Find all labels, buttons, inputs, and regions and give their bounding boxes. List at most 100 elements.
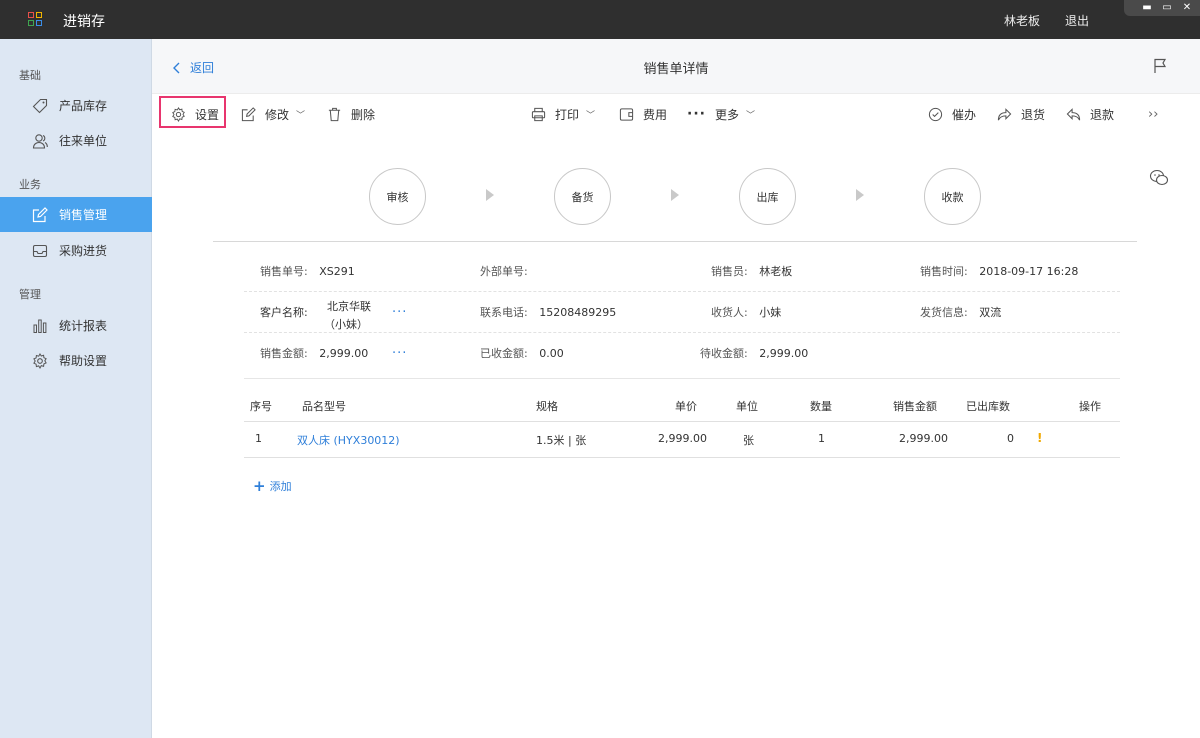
receiver-field: 收货人: 小妹 (711, 304, 781, 320)
col-header-action: 操作 (1079, 400, 1101, 413)
sidebar: 基础 产品库存 往来单位 业务 销售管理 采购进货 管理 统计报表 帮助设置 (0, 39, 152, 738)
reply-arrow-icon (1066, 107, 1081, 120)
logout-link[interactable]: 退出 (1065, 12, 1089, 29)
salesperson-label: 销售员: (711, 265, 748, 278)
receiver-label: 收货人: (711, 306, 748, 319)
sidebar-item-label: 销售管理 (59, 208, 108, 222)
customer-more-button[interactable]: ··· (392, 305, 407, 320)
sidebar-section-manage: 管理 (19, 288, 41, 301)
dashed-divider (244, 332, 1120, 333)
customer-label: 客户名称: (260, 306, 308, 319)
phone-field: 联系电话: 15208489295 (480, 304, 616, 320)
tag-icon (32, 98, 48, 114)
col-header-shipped: 已出库数 (966, 400, 1010, 413)
pending-label: 待收金额: (700, 347, 748, 360)
warning-icon[interactable]: ! (1037, 431, 1042, 445)
print-label: 打印 (555, 107, 580, 122)
sales-no-label: 销售单号: (260, 265, 308, 278)
amount-field: 销售金额: 2,999.00 (260, 345, 368, 361)
close-icon[interactable]: ✕ (1180, 2, 1194, 13)
minimize-icon[interactable]: ▬ (1140, 2, 1154, 13)
chevron-down-icon: ﹀ (296, 110, 306, 121)
workflow-arrow-icon (486, 189, 494, 201)
divider (244, 378, 1120, 379)
current-user[interactable]: 林老板 (1004, 12, 1040, 29)
edit-icon (241, 106, 256, 121)
gear-icon (172, 106, 185, 122)
received-field: 已收金额: 0.00 (480, 345, 564, 361)
customer-name: 北京华联 (327, 300, 371, 313)
workflow-step-payment: 收款 (924, 168, 981, 225)
sidebar-item-contacts[interactable]: 往来单位 (0, 123, 152, 158)
col-header-price: 单价 (675, 400, 697, 413)
sales-time-value: 2018-09-17 16:28 (979, 265, 1079, 278)
return-goods-label: 退货 (1021, 107, 1046, 122)
delete-button[interactable]: 删除 (327, 105, 375, 123)
refund-button[interactable]: 退款 (1066, 105, 1114, 123)
table-header-divider (244, 421, 1120, 422)
receiver-value: 小妹 (759, 306, 782, 319)
external-no-field: 外部单号: (480, 263, 528, 279)
title-bar: 进销存 林老板 退出 ▬ ▭ ✕ (0, 0, 1200, 39)
print-button[interactable]: 打印 ﹀ (531, 105, 595, 123)
shipping-field: 发货信息: 双流 (920, 304, 1001, 320)
inbox-icon (32, 243, 48, 259)
received-value: 0.00 (539, 347, 564, 360)
edit-button[interactable]: 修改 ﹀ (241, 105, 305, 123)
col-header-qty: 数量 (810, 400, 832, 413)
toolbar: 设置 修改 ﹀ 删除 打印 ﹀ 费用 ··· 更多 ﹀ 催办 退货 退款 ›› (152, 94, 1200, 134)
table-row-divider (244, 457, 1120, 458)
sidebar-item-help[interactable]: 帮助设置 (0, 343, 152, 378)
sales-no-value: XS291 (319, 265, 355, 278)
more-dots-icon: ··· (687, 106, 706, 122)
sidebar-section-basic: 基础 (19, 69, 41, 82)
contacts-icon (32, 133, 48, 149)
urge-label: 催办 (952, 107, 977, 122)
sidebar-item-sales[interactable]: 销售管理 (0, 197, 152, 232)
delete-label: 删除 (351, 107, 376, 122)
cell-spec: 1.5米 | 张 (536, 434, 587, 447)
maximize-icon[interactable]: ▭ (1160, 2, 1174, 13)
dashed-divider (244, 291, 1120, 292)
sidebar-item-label: 帮助设置 (59, 354, 108, 368)
fee-button[interactable]: 费用 (619, 105, 667, 123)
pending-value: 2,999.00 (759, 347, 809, 360)
app-logo-icon (28, 12, 43, 27)
wallet-icon (619, 107, 634, 121)
sidebar-item-label: 统计报表 (59, 319, 108, 333)
cell-price: 2,999.00 (658, 432, 707, 445)
sidebar-item-inventory[interactable]: 产品库存 (0, 88, 152, 123)
workflow-step-outbound: 出库 (739, 168, 796, 225)
amount-more-button[interactable]: ··· (392, 346, 407, 361)
customer-contact: （小妹） (324, 318, 368, 331)
flag-icon[interactable] (1153, 58, 1167, 77)
sidebar-item-reports[interactable]: 统计报表 (0, 308, 152, 343)
add-item-button[interactable]: + 添加 (253, 478, 292, 494)
printer-icon (531, 107, 546, 121)
cell-no: 1 (255, 432, 262, 445)
shipping-label: 发货信息: (920, 306, 968, 319)
cell-product-link[interactable]: 双人床 (HYX30012) (297, 432, 400, 448)
external-no-label: 外部单号: (480, 265, 528, 278)
phone-label: 联系电话: (480, 306, 528, 319)
more-label: 更多 (714, 107, 739, 122)
wechat-icon[interactable] (1149, 169, 1169, 190)
cell-qty: 1 (818, 432, 825, 445)
amount-value: 2,999.00 (319, 347, 369, 360)
expand-icon[interactable]: ›› (1148, 105, 1158, 123)
sidebar-item-purchase[interactable]: 采购进货 (0, 233, 152, 268)
urge-button[interactable]: 催办 (928, 105, 976, 123)
settings-button[interactable]: 设置 (171, 105, 219, 123)
more-button[interactable]: ··· 更多 ﹀ (687, 105, 755, 123)
col-header-product: 品名型号 (302, 400, 346, 413)
amount-label: 销售金额: (260, 347, 308, 360)
chevron-down-icon: ﹀ (745, 110, 755, 121)
shipping-value: 双流 (979, 306, 1002, 319)
sales-no-field: 销售单号: XS291 (260, 263, 355, 279)
check-circle-icon (928, 107, 943, 121)
salesperson-field: 销售员: 林老板 (711, 263, 792, 279)
return-goods-button[interactable]: 退货 (997, 105, 1045, 123)
gear-icon (32, 352, 48, 369)
sales-time-field: 销售时间: 2018-09-17 16:28 (920, 263, 1078, 279)
customer-value: 北京华联 （小妹） (324, 298, 371, 332)
